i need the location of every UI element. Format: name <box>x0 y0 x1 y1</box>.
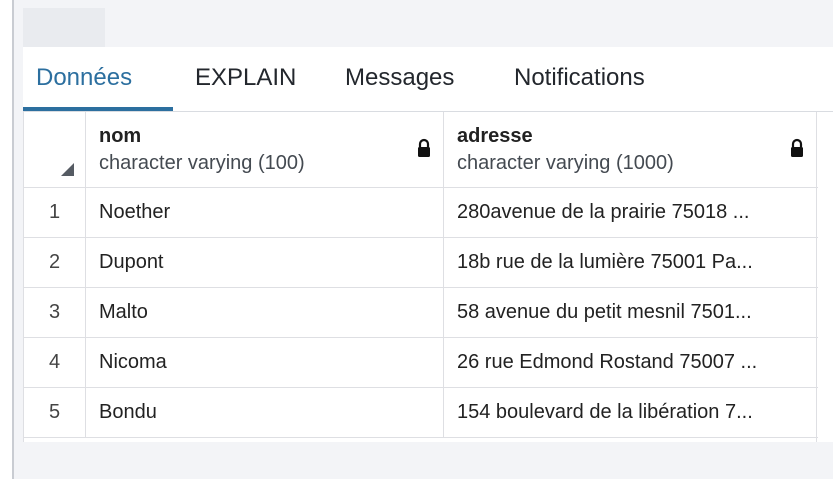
cell-nom[interactable]: Bondu <box>86 388 444 438</box>
cell-adresse[interactable]: 26 rue Edmond Rostand 75007 ... <box>444 338 818 388</box>
table-row[interactable]: 4 Nicoma 26 rue Edmond Rostand 75007 ... <box>24 338 818 388</box>
column-header-adresse[interactable]: adresse character varying (1000) <box>444 112 818 188</box>
table-row[interactable]: 1 Noether 280avenue de la prairie 75018 … <box>24 188 818 238</box>
cell-nom[interactable]: Nicoma <box>86 338 444 388</box>
row-number[interactable]: 1 <box>24 188 86 238</box>
results-tabs: Données EXPLAIN Messages Notifications <box>23 47 833 112</box>
table-row[interactable]: 3 Malto 58 avenue du petit mesnil 7501..… <box>24 288 818 338</box>
results-grid: nom character varying (100) adresse char… <box>23 112 818 442</box>
table-row[interactable]: 5 Bondu 154 boulevard de la libération 7… <box>24 388 818 438</box>
row-number[interactable]: 4 <box>24 338 86 388</box>
active-tab-indicator <box>23 107 173 111</box>
grid-header-row: nom character varying (100) adresse char… <box>24 112 818 188</box>
cell-nom[interactable]: Noether <box>86 188 444 238</box>
cell-adresse[interactable]: 154 boulevard de la libération 7... <box>444 388 818 438</box>
column-type-nom: character varying (100) <box>99 152 305 174</box>
row-number[interactable]: 2 <box>24 238 86 288</box>
cell-nom[interactable]: Malto <box>86 288 444 338</box>
cell-adresse[interactable]: 18b rue de la lumière 75001 Pa... <box>444 238 818 288</box>
column-name-adresse: adresse <box>457 125 533 147</box>
cell-adresse[interactable]: 58 avenue du petit mesnil 7501... <box>444 288 818 338</box>
cell-adresse[interactable]: 280avenue de la prairie 75018 ... <box>444 188 818 238</box>
left-rail <box>0 0 12 479</box>
lock-icon <box>791 138 803 157</box>
column-type-adresse: character varying (1000) <box>457 152 674 174</box>
table-row[interactable]: 2 Dupont 18b rue de la lumière 75001 Pa.… <box>24 238 818 288</box>
select-all-triangle-icon <box>61 163 74 176</box>
left-rail-divider <box>12 0 14 479</box>
results-panel: Données EXPLAIN Messages Notifications n… <box>23 47 833 442</box>
lock-icon <box>418 138 430 157</box>
select-all-cell[interactable] <box>24 112 86 188</box>
tab-donnees[interactable]: Données <box>36 63 132 93</box>
column-name-nom: nom <box>99 125 142 147</box>
cell-nom[interactable]: Dupont <box>86 238 444 288</box>
toolbar-placeholder <box>23 8 105 47</box>
tab-messages[interactable]: Messages <box>345 63 454 93</box>
tab-notifications[interactable]: Notifications <box>514 63 645 93</box>
row-number[interactable]: 5 <box>24 388 86 438</box>
row-number[interactable]: 3 <box>24 288 86 338</box>
column-header-nom[interactable]: nom character varying (100) <box>86 112 444 188</box>
tab-explain[interactable]: EXPLAIN <box>195 63 296 93</box>
